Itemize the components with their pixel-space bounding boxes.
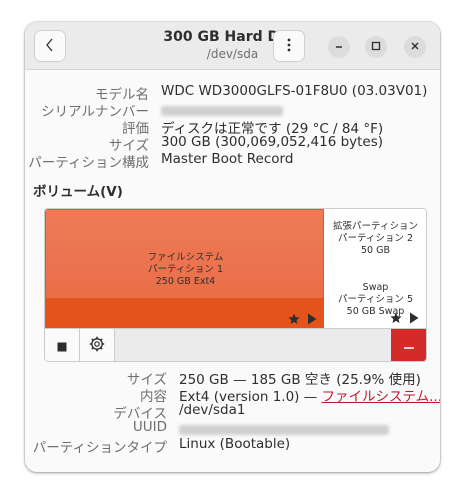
partition-2-number: パーティション 2: [338, 233, 413, 244]
delete-partition-button[interactable]: [391, 329, 426, 361]
partition-contents-row: 内容 Ext4 (version 1.0) — ファイルシステム...: [25, 385, 440, 405]
minus-icon: [403, 338, 415, 354]
partition-type-label: パーティションタイプ: [32, 440, 167, 456]
partition-uuid-label: UUID: [132, 419, 167, 435]
partition-type-row: パーティションタイプ Linux (Bootable): [25, 436, 440, 456]
disk-partitioning-label: パーティション構成: [28, 155, 149, 171]
volumes-heading: ボリューム(V): [33, 184, 123, 200]
partition-type-value: Linux (Bootable): [179, 436, 291, 452]
minimize-button[interactable]: [328, 36, 350, 58]
star-icon: [390, 309, 402, 328]
unmount-button[interactable]: [45, 329, 80, 361]
disk-assessment-row: 評価 ディスクは正常です (29 °C / 84 °F): [25, 117, 440, 137]
disk-model-value: WDC WD3000GLFS-01F8U0 (03.03V01): [161, 83, 428, 99]
volume-grid: ファイルシステム パーティション 1 250 GB Ext4 拡張パーティション…: [44, 208, 427, 362]
partition-2-label: 拡張パーティション パーティション 2 50 GB: [324, 221, 426, 257]
partition-1-size: 250 GB Ext4: [155, 276, 216, 287]
close-icon: [410, 41, 420, 54]
back-button[interactable]: [34, 30, 66, 62]
partition-1-block[interactable]: ファイルシステム パーティション 1 250 GB Ext4: [45, 209, 325, 329]
menu-button[interactable]: [273, 30, 305, 62]
partition-1-type: ファイルシステム: [147, 252, 224, 263]
disks-window: 300 GB Hard Disk /dev/sda モデル名 WDC WD300…: [25, 22, 440, 472]
partition-2-block[interactable]: 拡張パーティション パーティション 2 50 GB: [324, 209, 426, 270]
play-icon: [409, 309, 419, 328]
disk-size-value: 300 GB (300,069,052,416 bytes): [161, 134, 384, 150]
chevron-left-icon: [45, 37, 55, 56]
partition-uuid-row: UUID: [25, 419, 440, 436]
disk-partitioning-row: パーティション構成 Master Boot Record: [25, 151, 440, 171]
partition-device-row: デバイス /dev/sda1: [25, 402, 440, 422]
close-button[interactable]: [404, 36, 426, 58]
play-icon: [307, 310, 317, 329]
partition-5-number: パーティション 5: [338, 294, 413, 305]
partition-device-value: /dev/sda1: [179, 402, 246, 418]
stop-icon: [57, 337, 67, 356]
star-icon: [288, 310, 300, 329]
disk-model-row: モデル名 WDC WD3000GLFS-01F8U0 (03.03V01): [25, 83, 440, 103]
maximize-button[interactable]: [365, 36, 387, 58]
partition-5-type: Swap: [362, 282, 389, 293]
disk-serial-row: シリアルナンバー: [25, 100, 440, 120]
partition-2-type: 拡張パーティション: [333, 221, 418, 232]
partition-2-size: 50 GB: [361, 245, 390, 256]
partition-settings-button[interactable]: [80, 329, 115, 361]
volume-toolbar: [45, 328, 426, 361]
minimize-icon: [334, 41, 344, 54]
disk-partitioning-value: Master Boot Record: [161, 151, 294, 167]
gear-icon: [89, 336, 105, 356]
header-bar: 300 GB Hard Disk /dev/sda: [25, 22, 440, 70]
disk-size-row: サイズ 300 GB (300,069,052,416 bytes): [25, 134, 440, 154]
partition-1-label: ファイルシステム パーティション 1 250 GB Ext4: [46, 252, 325, 288]
partition-1-usage-fill: [46, 298, 325, 329]
maximize-icon: [371, 41, 381, 54]
partition-size-row: サイズ 250 GB — 185 GB 空き (25.9% 使用): [25, 368, 440, 388]
partition-5-block[interactable]: Swap パーティション 5 50 GB Swap: [324, 269, 426, 328]
kebab-menu-icon: [287, 37, 291, 56]
partition-1-number: パーティション 1: [148, 264, 223, 275]
